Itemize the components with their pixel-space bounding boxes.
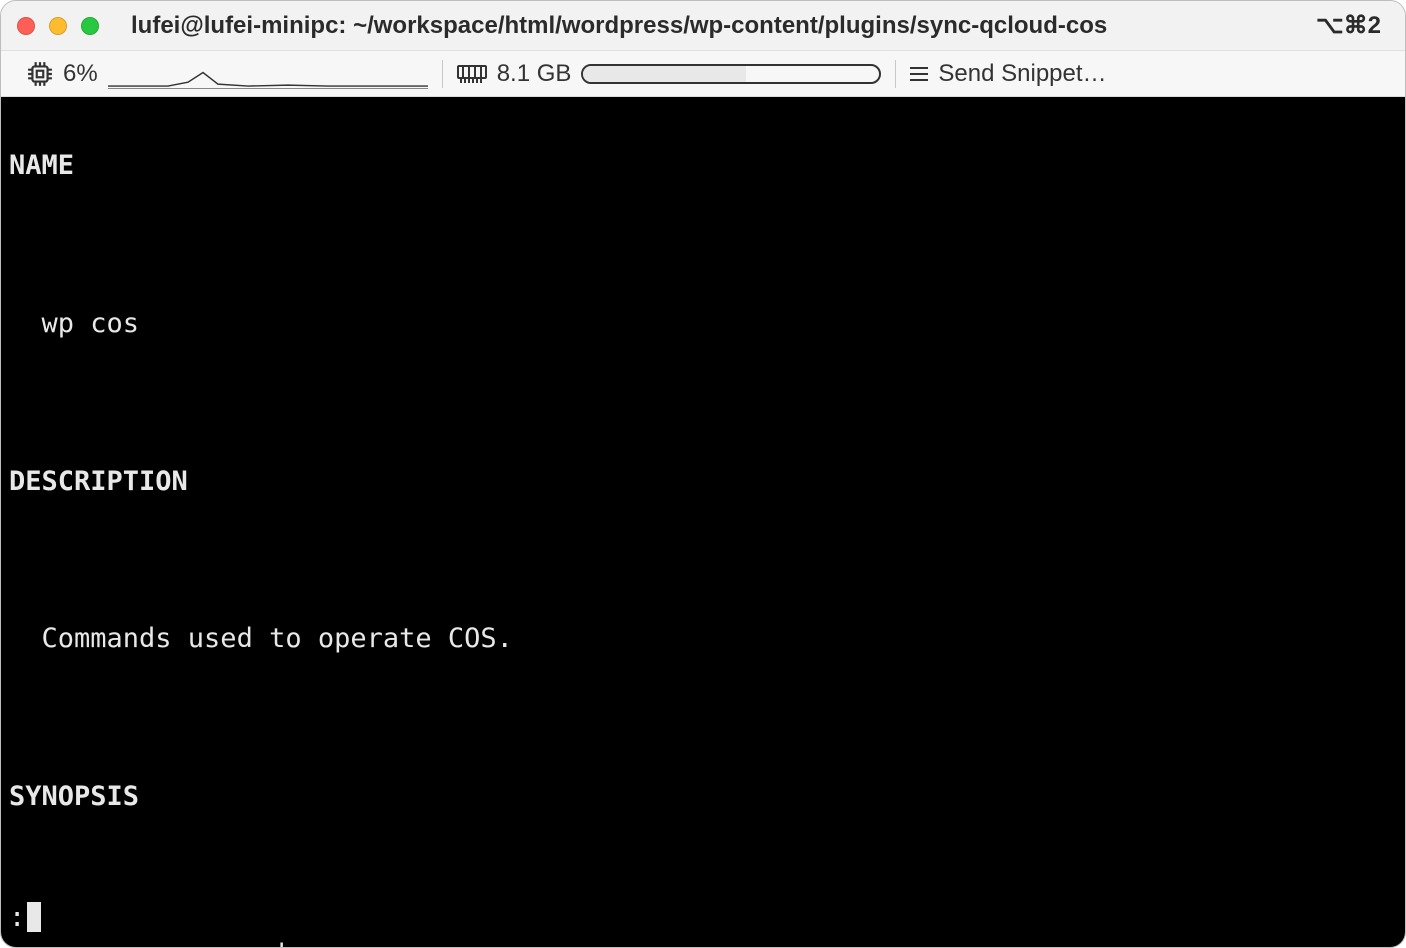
hamburger-icon bbox=[910, 67, 928, 81]
blank-line bbox=[9, 540, 1397, 579]
window-title: lufei@lufei-minipc: ~/workspace/html/wor… bbox=[123, 12, 1316, 40]
blank-line bbox=[9, 856, 1397, 895]
ram-used: 8.1 GB bbox=[497, 60, 572, 88]
zoom-icon[interactable] bbox=[81, 17, 99, 35]
terminal-window: lufei@lufei-minipc: ~/workspace/html/wor… bbox=[0, 0, 1406, 948]
description-value: Commands used to operate COS. bbox=[9, 619, 1397, 658]
section-heading-description: DESCRIPTION bbox=[9, 462, 1397, 501]
ram-bar bbox=[581, 64, 881, 84]
section-heading-synopsis: SYNOPSIS bbox=[9, 777, 1397, 816]
send-snippet-button[interactable]: Send Snippet… bbox=[896, 51, 1120, 96]
blank-line bbox=[9, 225, 1397, 264]
window-controls bbox=[17, 17, 99, 35]
blank-line bbox=[9, 383, 1397, 422]
blank-line bbox=[9, 698, 1397, 737]
cpu-icon bbox=[27, 61, 53, 87]
ram-icon bbox=[457, 63, 487, 85]
cpu-segment: 6% bbox=[13, 51, 442, 96]
synopsis-value: wp cos <command> bbox=[9, 935, 1397, 947]
terminal-body[interactable]: NAME wp cos DESCRIPTION Commands used to… bbox=[1, 97, 1405, 947]
pager-prompt[interactable]: : bbox=[9, 898, 41, 937]
section-heading-name: NAME bbox=[9, 146, 1397, 185]
send-snippet-label: Send Snippet… bbox=[938, 60, 1106, 88]
titlebar: lufei@lufei-minipc: ~/workspace/html/wor… bbox=[1, 1, 1405, 51]
cpu-sparkline bbox=[108, 59, 428, 89]
close-icon[interactable] bbox=[17, 17, 35, 35]
name-value: wp cos bbox=[9, 304, 1397, 343]
status-bar: 6% 8.1 GB bbox=[1, 51, 1405, 97]
keyboard-shortcut-label: ⌥⌘2 bbox=[1316, 11, 1389, 40]
ram-segment: 8.1 GB bbox=[443, 51, 896, 96]
minimize-icon[interactable] bbox=[49, 17, 67, 35]
pager-prompt-char: : bbox=[9, 898, 25, 937]
cpu-percent: 6% bbox=[63, 60, 98, 88]
ram-bar-fill bbox=[583, 66, 746, 82]
cursor-icon bbox=[27, 902, 41, 932]
